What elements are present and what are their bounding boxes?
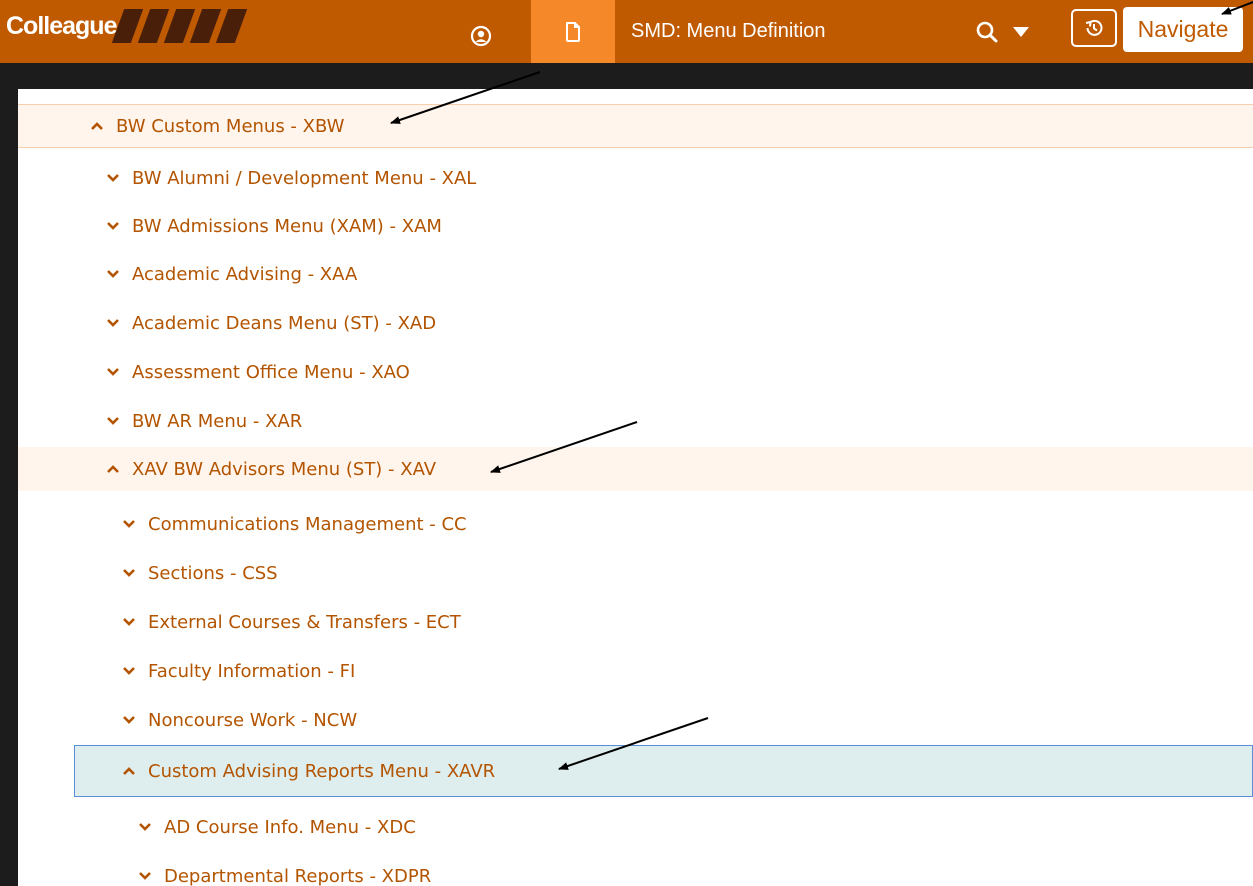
- tree-item-fi[interactable]: Faculty Information - FI: [18, 649, 1253, 693]
- tree-item-css[interactable]: Sections - CSS: [18, 551, 1253, 595]
- tree-item-label: Custom Advising Reports Menu - XAVR: [148, 760, 496, 782]
- colleague-logo[interactable]: Colleague: [6, 9, 248, 43]
- chevron-down-icon[interactable]: [106, 267, 120, 281]
- tree-item-xaa[interactable]: Academic Advising - XAA: [18, 252, 1253, 296]
- tree-item-label: External Courses & Transfers - ECT: [148, 611, 461, 633]
- tree-item-label: AD Course Info. Menu - XDC: [164, 816, 416, 838]
- tree-item-ncw[interactable]: Noncourse Work - NCW: [18, 698, 1253, 742]
- tree-item-label: Communications Management - CC: [148, 513, 467, 535]
- toolbar-strip: [0, 63, 1253, 89]
- chevron-down-icon[interactable]: [122, 664, 136, 678]
- tree-item-label: Assessment Office Menu - XAO: [132, 361, 410, 383]
- navigate-button[interactable]: Navigate: [1123, 7, 1243, 52]
- menu-tree: BW Custom Menus - XBW BW Alumni / Develo…: [18, 89, 1253, 886]
- caret-down-icon[interactable]: [1013, 27, 1029, 37]
- user-profile-button[interactable]: [461, 20, 501, 52]
- app-header: Colleague SMD: Menu Definition Navigate: [0, 0, 1253, 63]
- tree-item-label: XAV BW Advisors Menu (ST) - XAV: [132, 458, 437, 480]
- search-button[interactable]: [962, 14, 1042, 50]
- logo-text: Colleague: [6, 11, 117, 40]
- tree-item-xav[interactable]: XAV BW Advisors Menu (ST) - XAV: [18, 447, 1253, 491]
- tree-item-label: BW Custom Menus - XBW: [116, 115, 345, 137]
- tree-item-xam[interactable]: BW Admissions Menu (XAM) - XAM: [18, 204, 1253, 248]
- tree-item-cc[interactable]: Communications Management - CC: [18, 502, 1253, 546]
- tree-item-xdc[interactable]: AD Course Info. Menu - XDC: [18, 805, 1253, 849]
- chevron-down-icon[interactable]: [106, 316, 120, 330]
- tree-item-xar[interactable]: BW AR Menu - XAR: [18, 399, 1253, 443]
- tree-item-xdpr[interactable]: Departmental Reports - XDPR: [18, 854, 1253, 886]
- chevron-down-icon[interactable]: [122, 517, 136, 531]
- user-circle-icon: [470, 25, 492, 47]
- active-form-tab[interactable]: [531, 0, 615, 63]
- history-button[interactable]: [1071, 9, 1117, 47]
- chevron-down-icon[interactable]: [122, 615, 136, 629]
- chevron-down-icon[interactable]: [122, 713, 136, 727]
- document-icon: [566, 21, 580, 42]
- tree-item-label: Faculty Information - FI: [148, 660, 356, 682]
- tree-item-label: BW Alumni / Development Menu - XAL: [132, 167, 477, 189]
- tree-item-xad[interactable]: Academic Deans Menu (ST) - XAD: [18, 301, 1253, 345]
- tree-item-label: Noncourse Work - NCW: [148, 709, 358, 731]
- tree-item-label: Academic Deans Menu (ST) - XAD: [132, 312, 437, 334]
- tree-item-xbw[interactable]: BW Custom Menus - XBW: [18, 104, 1253, 148]
- logo-stripes: [112, 9, 248, 43]
- tree-item-xal[interactable]: BW Alumni / Development Menu - XAL: [18, 156, 1253, 200]
- tree-item-label: BW AR Menu - XAR: [132, 410, 303, 432]
- search-icon: [976, 21, 998, 43]
- chevron-down-icon[interactable]: [138, 820, 152, 834]
- chevron-down-icon[interactable]: [122, 566, 136, 580]
- chevron-down-icon[interactable]: [138, 869, 152, 883]
- chevron-down-icon[interactable]: [106, 171, 120, 185]
- form-title: SMD: Menu Definition: [631, 20, 826, 42]
- chevron-down-icon[interactable]: [106, 414, 120, 428]
- tree-item-ect[interactable]: External Courses & Transfers - ECT: [18, 600, 1253, 644]
- chevron-down-icon[interactable]: [106, 219, 120, 233]
- tree-item-label: Sections - CSS: [148, 562, 278, 584]
- history-icon: [1085, 19, 1103, 36]
- tree-item-label: BW Admissions Menu (XAM) - XAM: [132, 215, 442, 237]
- chevron-up-icon[interactable]: [106, 462, 120, 476]
- tree-item-xao[interactable]: Assessment Office Menu - XAO: [18, 350, 1253, 394]
- tree-item-label: Departmental Reports - XDPR: [164, 865, 432, 886]
- tree-item-label: Academic Advising - XAA: [132, 263, 358, 285]
- chevron-up-icon[interactable]: [90, 119, 104, 133]
- left-sidebar: [0, 63, 18, 886]
- chevron-up-icon[interactable]: [122, 764, 136, 778]
- chevron-down-icon[interactable]: [106, 365, 120, 379]
- tree-item-xavr[interactable]: Custom Advising Reports Menu - XAVR: [74, 745, 1253, 797]
